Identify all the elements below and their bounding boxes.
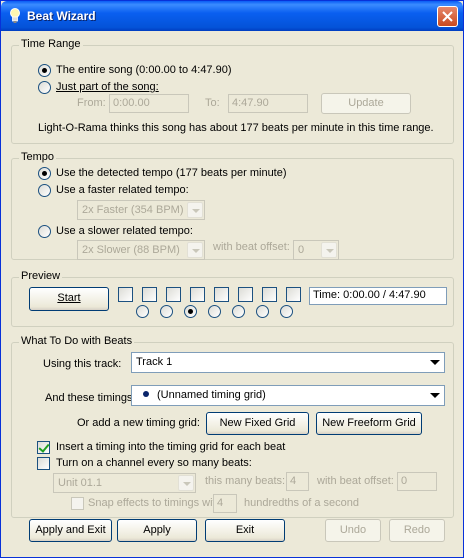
radio-faster-tempo[interactable] [38, 184, 51, 197]
slower-tempo-value: 2x Slower (88 BPM) [82, 244, 180, 256]
window-title: Beat Wizard [27, 9, 96, 23]
new-fixed-grid-button[interactable]: New Fixed Grid [206, 412, 309, 435]
to-label: To: [205, 97, 220, 109]
exit-button[interactable]: Exit [205, 519, 285, 542]
chevron-down-icon[interactable] [178, 475, 194, 491]
beat-radio[interactable] [184, 305, 197, 318]
channel-checkbox[interactable] [37, 457, 50, 470]
beat-box [190, 287, 205, 302]
slower-tempo-select[interactable]: 2x Slower (88 BPM) [77, 240, 205, 260]
insert-timing-checkbox[interactable] [37, 441, 50, 454]
tempo-legend: Tempo [19, 151, 57, 163]
radio-entire-song-label[interactable]: The entire song (0:00.00 to 4:47.90) [56, 64, 232, 76]
time-readout: Time: 0:00.00 / 4:47.90 [309, 287, 447, 305]
from-input[interactable]: 0:00.00 [109, 94, 189, 113]
radio-slower-tempo-label[interactable]: Use a slower related tempo: [56, 225, 193, 237]
close-button[interactable] [437, 6, 458, 27]
chevron-down-icon[interactable] [427, 387, 443, 403]
radio-detected-tempo-label[interactable]: Use the detected tempo (177 beats per mi… [56, 167, 287, 179]
tempo-offset-select[interactable]: 0 [293, 240, 339, 260]
radio-entire-song[interactable] [38, 64, 51, 77]
beat-offset-label: with beat offset: [317, 475, 394, 487]
unit-value: Unit 01.1 [58, 477, 103, 489]
beat-radio[interactable] [256, 305, 269, 318]
many-beats-label: this many beats: [205, 475, 286, 487]
beat-radio[interactable] [280, 305, 293, 318]
apply-and-exit-button[interactable]: Apply and Exit [29, 519, 112, 542]
snap-suffix: hundredths of a second [244, 497, 359, 509]
beat-box [214, 287, 229, 302]
snap-label[interactable]: Snap effects to timings within [88, 497, 230, 509]
unit-select[interactable]: Unit 01.1 [53, 473, 196, 493]
beat-box [238, 287, 253, 302]
beat-box [286, 287, 301, 302]
timings-label: And these timings: [45, 392, 136, 404]
beats-legend: What To Do with Beats [19, 335, 135, 347]
faster-tempo-select[interactable]: 2x Faster (354 BPM) [77, 200, 205, 220]
faster-tempo-value: 2x Faster (354 BPM) [82, 204, 184, 216]
title-bar[interactable]: Beat Wizard [1, 1, 463, 31]
add-grid-label: Or add a new timing grid: [77, 417, 200, 429]
many-beats-input[interactable]: 4 [286, 472, 309, 491]
beat-offset-input[interactable]: 0 [397, 472, 437, 491]
snap-checkbox[interactable] [71, 497, 84, 510]
chevron-down-icon[interactable] [427, 354, 443, 370]
insert-timing-label[interactable]: Insert a timing into the timing grid for… [56, 441, 285, 453]
bpm-info-text: Light-O-Rama thinks this song has about … [38, 122, 434, 134]
track-label: Using this track: [43, 358, 122, 370]
beat-box [142, 287, 157, 302]
start-button[interactable]: Start [29, 287, 109, 311]
beat-radio[interactable] [232, 305, 245, 318]
channel-label[interactable]: Turn on a channel every so many beats: [56, 457, 252, 469]
undo-button[interactable]: Undo [325, 519, 381, 542]
redo-button[interactable]: Redo [389, 519, 445, 542]
snap-input[interactable]: 4 [213, 494, 237, 513]
tempo-offset-value: 0 [298, 244, 305, 256]
timing-grid-bullet-icon [143, 391, 149, 397]
from-label: From: [77, 97, 106, 109]
chevron-down-icon[interactable] [187, 242, 203, 258]
bulb-icon [10, 8, 20, 23]
chevron-down-icon[interactable] [321, 242, 337, 258]
apply-button[interactable]: Apply [117, 519, 197, 542]
beat-wizard-window: Beat Wizard Time Range The entire song (… [0, 0, 464, 558]
radio-part-of-song-label[interactable]: Just part of the song: [56, 81, 159, 93]
radio-detected-tempo[interactable] [38, 167, 51, 180]
preview-legend: Preview [19, 270, 63, 282]
radio-slower-tempo[interactable] [38, 225, 51, 238]
beat-box [166, 287, 181, 302]
radio-faster-tempo-label[interactable]: Use a faster related tempo: [56, 184, 189, 196]
beat-radio[interactable] [208, 305, 221, 318]
beat-box [262, 287, 277, 302]
radio-part-of-song[interactable] [38, 81, 51, 94]
close-icon [442, 11, 453, 22]
beat-radio[interactable] [160, 305, 173, 318]
to-input[interactable]: 4:47.90 [228, 94, 308, 113]
beat-box [118, 287, 133, 302]
chevron-down-icon[interactable] [187, 202, 203, 218]
track-value: Track 1 [136, 356, 173, 368]
time-range-legend: Time Range [19, 38, 83, 50]
timings-value: (Unnamed timing grid) [157, 389, 266, 401]
start-button-label: Start [57, 292, 81, 304]
new-freeform-grid-button[interactable]: New Freeform Grid [316, 412, 422, 435]
update-button[interactable]: Update [321, 93, 411, 114]
beat-radio[interactable] [136, 305, 149, 318]
timings-select[interactable]: (Unnamed timing grid) [131, 385, 445, 406]
tempo-offset-label: with beat offset: [213, 241, 290, 253]
track-select[interactable]: Track 1 [131, 352, 445, 373]
